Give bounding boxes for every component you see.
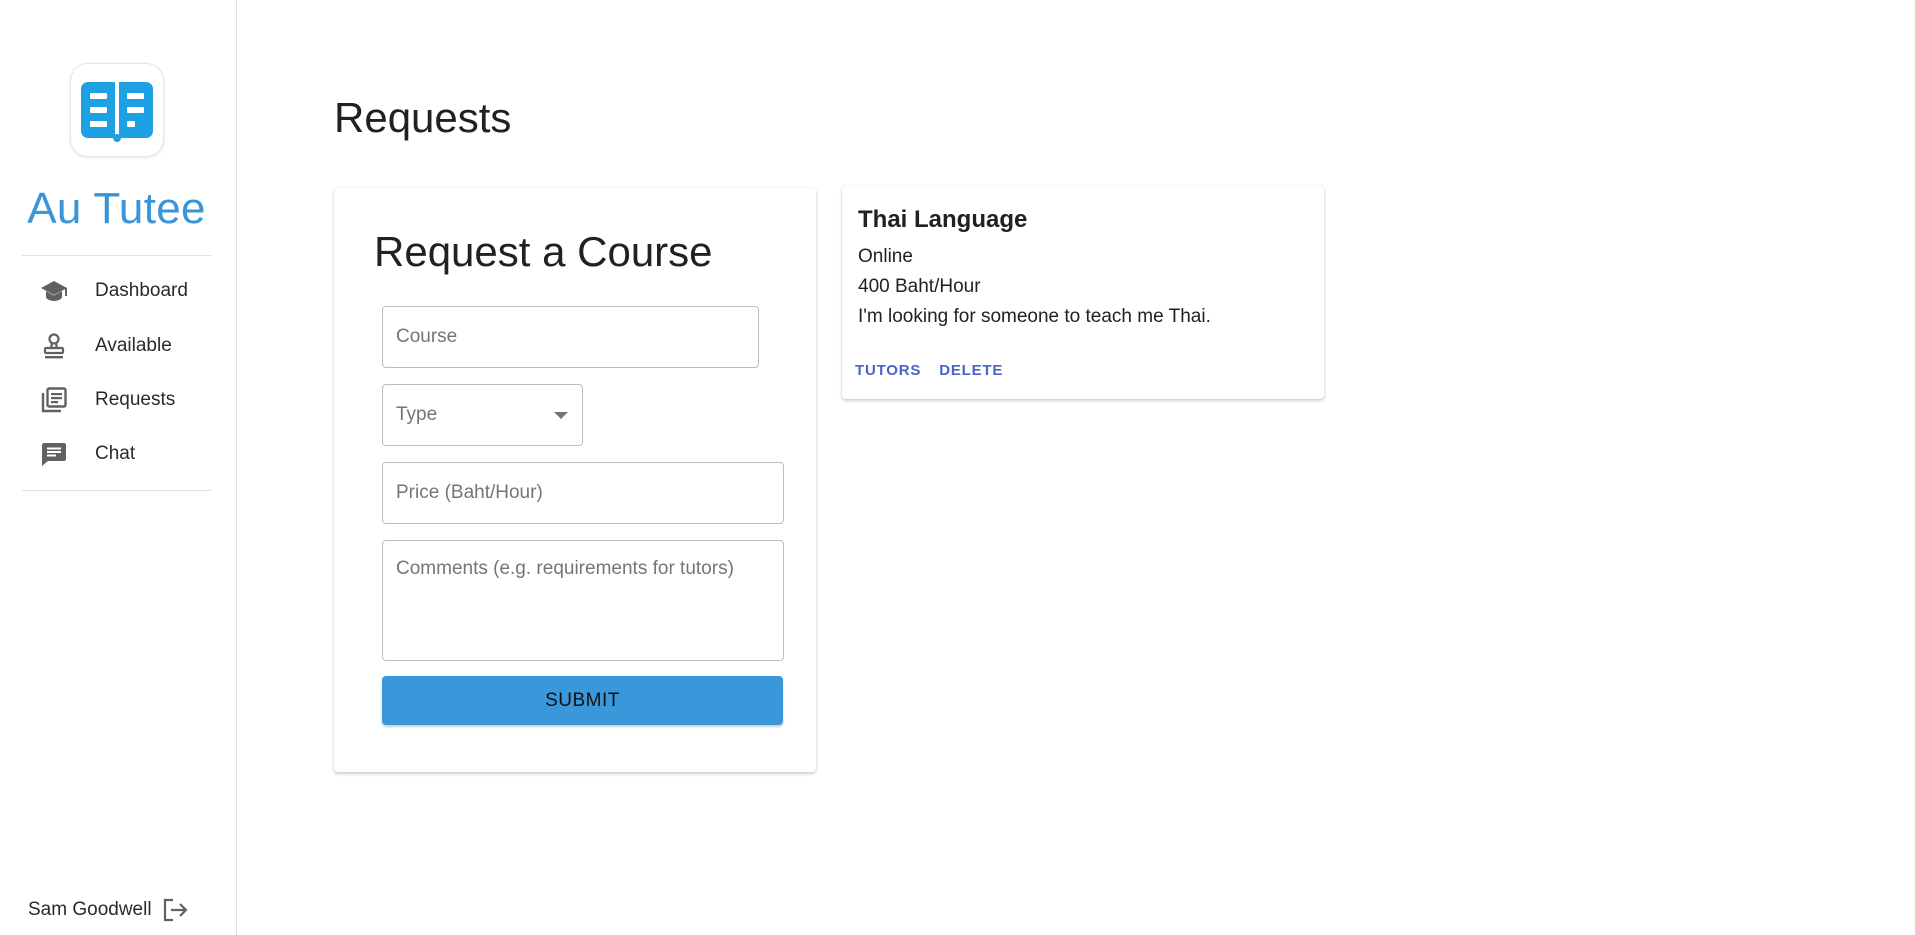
app-logo (70, 63, 164, 157)
comments-input[interactable] (383, 541, 783, 660)
request-title: Thai Language (858, 206, 1028, 233)
price-input[interactable] (383, 463, 783, 523)
course-field (382, 306, 759, 368)
request-actions: TUTORS DELETE (848, 358, 1014, 383)
form-title: Request a Course (374, 228, 713, 275)
graduation-cap-icon (38, 275, 70, 307)
sidebar-item-chat[interactable]: Chat (22, 430, 211, 478)
price-field (382, 462, 784, 524)
library-books-icon (38, 384, 70, 416)
logout-icon[interactable] (162, 896, 190, 924)
sidebar-item-label: Available (95, 335, 172, 356)
stamp-icon (38, 330, 70, 362)
book-logo-icon (81, 82, 153, 142)
sidebar-item-available[interactable]: Available (22, 322, 211, 370)
user-row: Sam Goodwell (28, 896, 190, 924)
type-select-label: Type (396, 404, 438, 425)
request-card: Thai Language Online 400 Baht/Hour I'm l… (842, 186, 1324, 399)
sidebar-item-label: Dashboard (95, 280, 188, 301)
request-price: 400 Baht/Hour (858, 276, 981, 297)
sidebar-item-label: Requests (95, 389, 176, 410)
sidebar-divider-top (22, 255, 211, 256)
submit-button[interactable]: SUBMIT (382, 676, 783, 725)
comments-field (382, 540, 784, 661)
request-comment: I'm looking for someone to teach me Thai… (858, 306, 1211, 327)
page-title: Requests (334, 94, 512, 141)
sidebar: Au Tutee Dashboard Available Requests Ch… (0, 0, 237, 935)
sidebar-item-dashboard[interactable]: Dashboard (22, 267, 211, 315)
sidebar-item-requests[interactable]: Requests (22, 376, 211, 424)
sidebar-item-label: Chat (95, 443, 136, 464)
tutors-button[interactable]: TUTORS (848, 358, 928, 383)
app-name: Au Tutee (27, 184, 206, 233)
type-select[interactable]: Type (382, 384, 583, 446)
chat-bubble-icon (38, 438, 70, 470)
course-input[interactable] (383, 307, 758, 367)
delete-button[interactable]: DELETE (932, 358, 1010, 383)
chevron-down-icon (554, 411, 568, 419)
user-name: Sam Goodwell (28, 899, 152, 920)
sidebar-divider-bottom (22, 490, 211, 491)
request-type: Online (858, 246, 913, 267)
request-course-form: Request a Course Type SUBMIT (334, 188, 816, 772)
